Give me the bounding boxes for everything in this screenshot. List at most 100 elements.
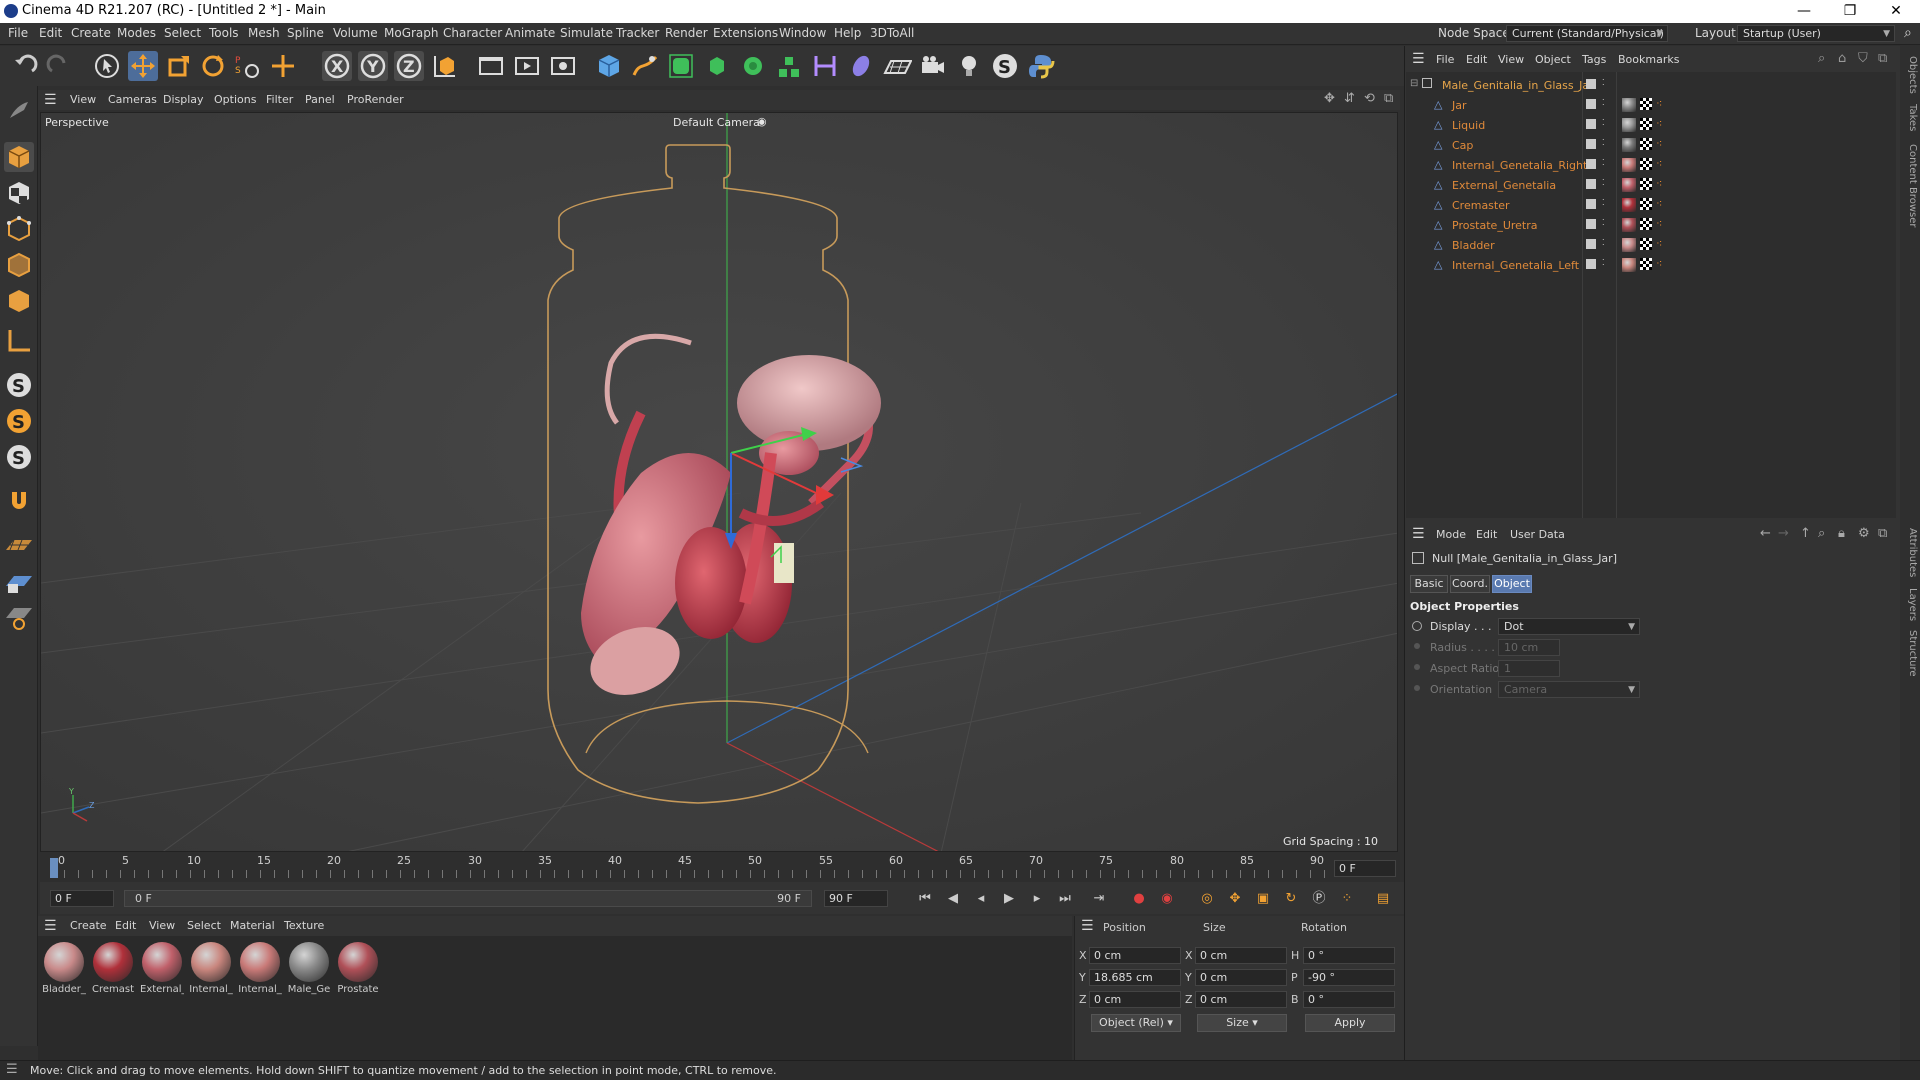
subdivision-surface-icon[interactable] (666, 51, 696, 81)
coordinate-mode-dropdown[interactable]: Object (Rel) ▾ (1091, 1014, 1181, 1032)
magnet-icon[interactable] (4, 486, 34, 516)
axis-mode-icon[interactable] (4, 326, 34, 356)
render-picture-viewer-icon[interactable] (512, 51, 542, 81)
parameter-key-icon[interactable]: Ⓟ (1308, 888, 1330, 910)
mograph-icon[interactable] (774, 51, 804, 81)
viewport-menu-display[interactable]: Display (163, 93, 204, 106)
timeline-window-icon[interactable]: ▤ (1372, 888, 1394, 910)
timeline-ruler[interactable]: 0 5 10 15 20 25 30 35 40 45 50 55 60 65 … (40, 852, 1400, 882)
minimize-button[interactable]: — (1781, 0, 1827, 23)
home-icon[interactable]: ⌂ (1838, 51, 1846, 66)
coordinate-system-icon[interactable] (430, 51, 460, 81)
camera-icon[interactable] (918, 51, 948, 81)
object-row-root[interactable]: ⊟ Male_Genitalia_in_Glass_Jar ⁚ (1406, 76, 1896, 96)
object-row[interactable]: △ External_Genetalia ⁚ ⁖ (1406, 176, 1896, 196)
editor-visibility-icon[interactable] (1586, 159, 1596, 169)
undo-icon[interactable] (10, 51, 40, 81)
move-tool-icon[interactable] (128, 51, 158, 81)
side-tab-layers[interactable]: Layers (1902, 588, 1918, 621)
render-visibility-icon[interactable]: ⁚ (1602, 138, 1605, 147)
go-to-start-icon[interactable]: ⏮ (914, 888, 936, 910)
position-y-field[interactable]: 18.685 cm (1089, 969, 1181, 986)
plugin-s-icon[interactable]: S (990, 51, 1020, 81)
editor-visibility-icon[interactable] (1586, 219, 1596, 229)
texture-mode-icon[interactable] (4, 178, 34, 208)
menu-spline[interactable]: Spline (287, 26, 324, 40)
editor-visibility-icon[interactable] (1586, 139, 1596, 149)
scale-key-icon[interactable]: ▣ (1252, 888, 1274, 910)
size-z-field[interactable]: 0 cm (1195, 991, 1287, 1008)
end-frame-field[interactable]: 90 F (824, 890, 888, 907)
texture-tag-icon[interactable] (1640, 138, 1652, 150)
object-name[interactable]: Cremaster (1452, 199, 1510, 212)
size-mode-dropdown[interactable]: Size ▾ (1197, 1014, 1287, 1032)
rotation-p-field[interactable]: -90 ° (1303, 969, 1395, 986)
object-menu-object[interactable]: Object (1535, 53, 1571, 66)
phong-tag-icon[interactable]: ⁖ (1656, 217, 1662, 230)
close-button[interactable]: ✕ (1873, 0, 1919, 23)
hamburger-icon[interactable]: ☰ (1412, 526, 1425, 542)
dolly-view-icon[interactable]: ⇵ (1344, 91, 1355, 106)
search-icon[interactable]: ⌕ (1818, 51, 1825, 66)
render-visibility-icon[interactable]: ⁚ (1602, 98, 1605, 107)
render-visibility-icon[interactable]: ⁚ (1602, 78, 1605, 87)
material-tag-icon[interactable] (1622, 218, 1636, 232)
hamburger-icon[interactable]: ☰ (44, 92, 57, 108)
material-swatch[interactable]: Internal_ (238, 942, 282, 995)
object-menu-file[interactable]: File (1436, 53, 1454, 66)
point-level-key-icon[interactable]: ⁘ (1336, 888, 1358, 910)
material-menu-texture[interactable]: Texture (284, 919, 324, 932)
object-row[interactable]: △ Internal_Genetalia_Left ⁚ ⁖ (1406, 256, 1896, 276)
python-icon[interactable] (1026, 51, 1056, 81)
object-row[interactable]: △ Cremaster ⁚ ⁖ (1406, 196, 1896, 216)
viewport-camera-label[interactable]: Default Camera (673, 116, 760, 129)
search-icon[interactable]: ⌕ (1904, 25, 1912, 41)
material-menu-select[interactable]: Select (187, 919, 221, 932)
playhead[interactable] (50, 858, 58, 878)
menu-volume[interactable]: Volume (333, 26, 378, 40)
menu-tracker[interactable]: Tracker (616, 26, 659, 40)
position-key-icon[interactable]: ✥ (1224, 888, 1246, 910)
object-menu-view[interactable]: View (1498, 53, 1524, 66)
menu-animate[interactable]: Animate (505, 26, 555, 40)
viewport-menu-filter[interactable]: Filter (266, 93, 293, 106)
menu-mograph[interactable]: MoGraph (384, 26, 439, 40)
new-window-icon[interactable]: ⧉ (1878, 526, 1887, 541)
field-icon[interactable] (846, 51, 876, 81)
material-tag-icon[interactable] (1622, 198, 1636, 212)
editor-visibility-icon[interactable] (1586, 239, 1596, 249)
menu-character[interactable]: Character (443, 26, 502, 40)
symmetry-icon[interactable]: S (4, 442, 34, 472)
object-menu-edit[interactable]: Edit (1466, 53, 1487, 66)
maximize-button[interactable]: ❐ (1827, 0, 1873, 23)
object-name[interactable]: Cap (1452, 139, 1473, 152)
planar-workplane-icon[interactable] (4, 602, 34, 632)
locked-workplane-icon[interactable] (4, 566, 34, 596)
viewport-menu-view[interactable]: View (70, 93, 96, 106)
camera-icon[interactable]: ◉ (757, 115, 767, 128)
editor-visibility-icon[interactable] (1586, 119, 1596, 129)
edges-mode-icon[interactable] (4, 250, 34, 280)
menu-mesh[interactable]: Mesh (248, 26, 280, 40)
rotate-tool-icon[interactable] (198, 51, 228, 81)
render-visibility-icon[interactable]: ⁚ (1602, 258, 1605, 267)
menu-window[interactable]: Window (779, 26, 826, 40)
phong-tag-icon[interactable]: ⁖ (1656, 117, 1662, 130)
tab-basic[interactable]: Basic (1410, 575, 1448, 593)
material-tag-icon[interactable] (1622, 258, 1636, 272)
collapse-icon[interactable]: ⊟ (1410, 78, 1418, 89)
size-x-field[interactable]: 0 cm (1195, 947, 1287, 964)
rotation-h-field[interactable]: 0 ° (1303, 947, 1395, 964)
hamburger-icon[interactable]: ☰ (1081, 918, 1094, 934)
apply-button[interactable]: Apply (1305, 1014, 1395, 1032)
menu-render[interactable]: Render (665, 26, 708, 40)
recent-tools-icon[interactable]: PS (232, 51, 262, 81)
z-axis-lock-icon[interactable]: Z (394, 51, 424, 81)
object-name[interactable]: Bladder (1452, 239, 1495, 252)
side-tab-attributes[interactable]: Attributes (1902, 528, 1918, 577)
texture-tag-icon[interactable] (1640, 178, 1652, 190)
editor-visibility-icon[interactable] (1586, 79, 1596, 89)
material-swatch[interactable]: Cremast (91, 942, 135, 995)
position-x-field[interactable]: 0 cm (1089, 947, 1181, 964)
snap-icon[interactable]: S (4, 370, 34, 400)
